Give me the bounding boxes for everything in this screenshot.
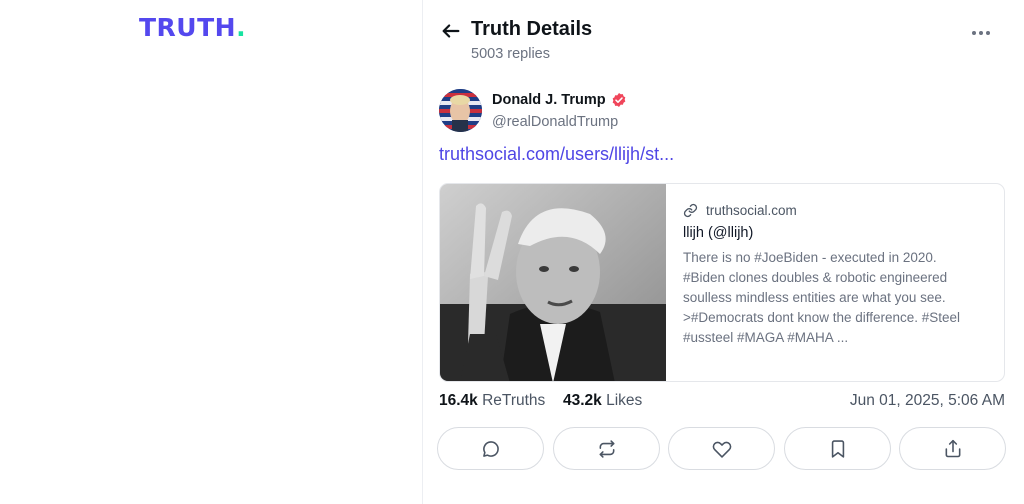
more-horizontal-icon [972,31,976,35]
post-actions [437,427,1007,471]
page-header: Truth Details 5003 replies [424,0,1024,80]
replies-count: 5003 replies [471,46,550,62]
like-button[interactable] [668,427,775,470]
author-handle[interactable]: @realDonaldTrump [492,114,618,130]
link-preview-card[interactable]: truthsocial.com llijh (@llijh) There is … [439,183,1005,382]
link-preview-body: truthsocial.com llijh (@llijh) There is … [683,201,993,348]
reply-icon [482,440,499,457]
likes-stat[interactable]: 43.2k Likes [563,392,642,410]
share-icon [945,439,960,457]
link-preview-title: llijh (@llijh) [683,225,754,241]
arrow-left-icon [442,24,460,38]
bookmark-icon [831,439,844,458]
avatar[interactable] [439,89,482,132]
link-preview-description: There is no #JoeBiden - executed in 2020… [683,250,961,345]
post-author: Donald J. Trump @realDonaldTrump [439,89,839,133]
back-button[interactable] [440,20,462,42]
link-preview-image [440,184,666,381]
reply-button[interactable] [437,427,544,470]
more-options-button[interactable] [970,22,992,44]
verified-badge-icon [612,93,625,107]
page-title: Truth Details [471,18,593,40]
retruths-stat[interactable]: 16.4k ReTruths [439,392,545,410]
like-icon [712,441,731,458]
link-preview-domain: truthsocial.com [683,201,993,219]
left-sidebar: TRUTH. [0,0,423,504]
retruth-button[interactable] [553,427,660,470]
post-stats: 16.4k ReTruths 43.2k Likes Jun 01, 2025,… [439,392,1005,412]
bookmark-button[interactable] [784,427,891,470]
author-name[interactable]: Donald J. Trump [492,92,627,108]
truth-logo[interactable]: TRUTH. [139,14,246,42]
share-button[interactable] [899,427,1006,470]
main-column: Truth Details 5003 replies Donald J. Tru… [424,0,1024,504]
post-timestamp: Jun 01, 2025, 5:06 AM [849,392,1005,409]
link-icon [683,203,698,217]
retruth-icon [599,439,614,458]
post-link[interactable]: truthsocial.com/users/llijh/st... [439,144,674,165]
